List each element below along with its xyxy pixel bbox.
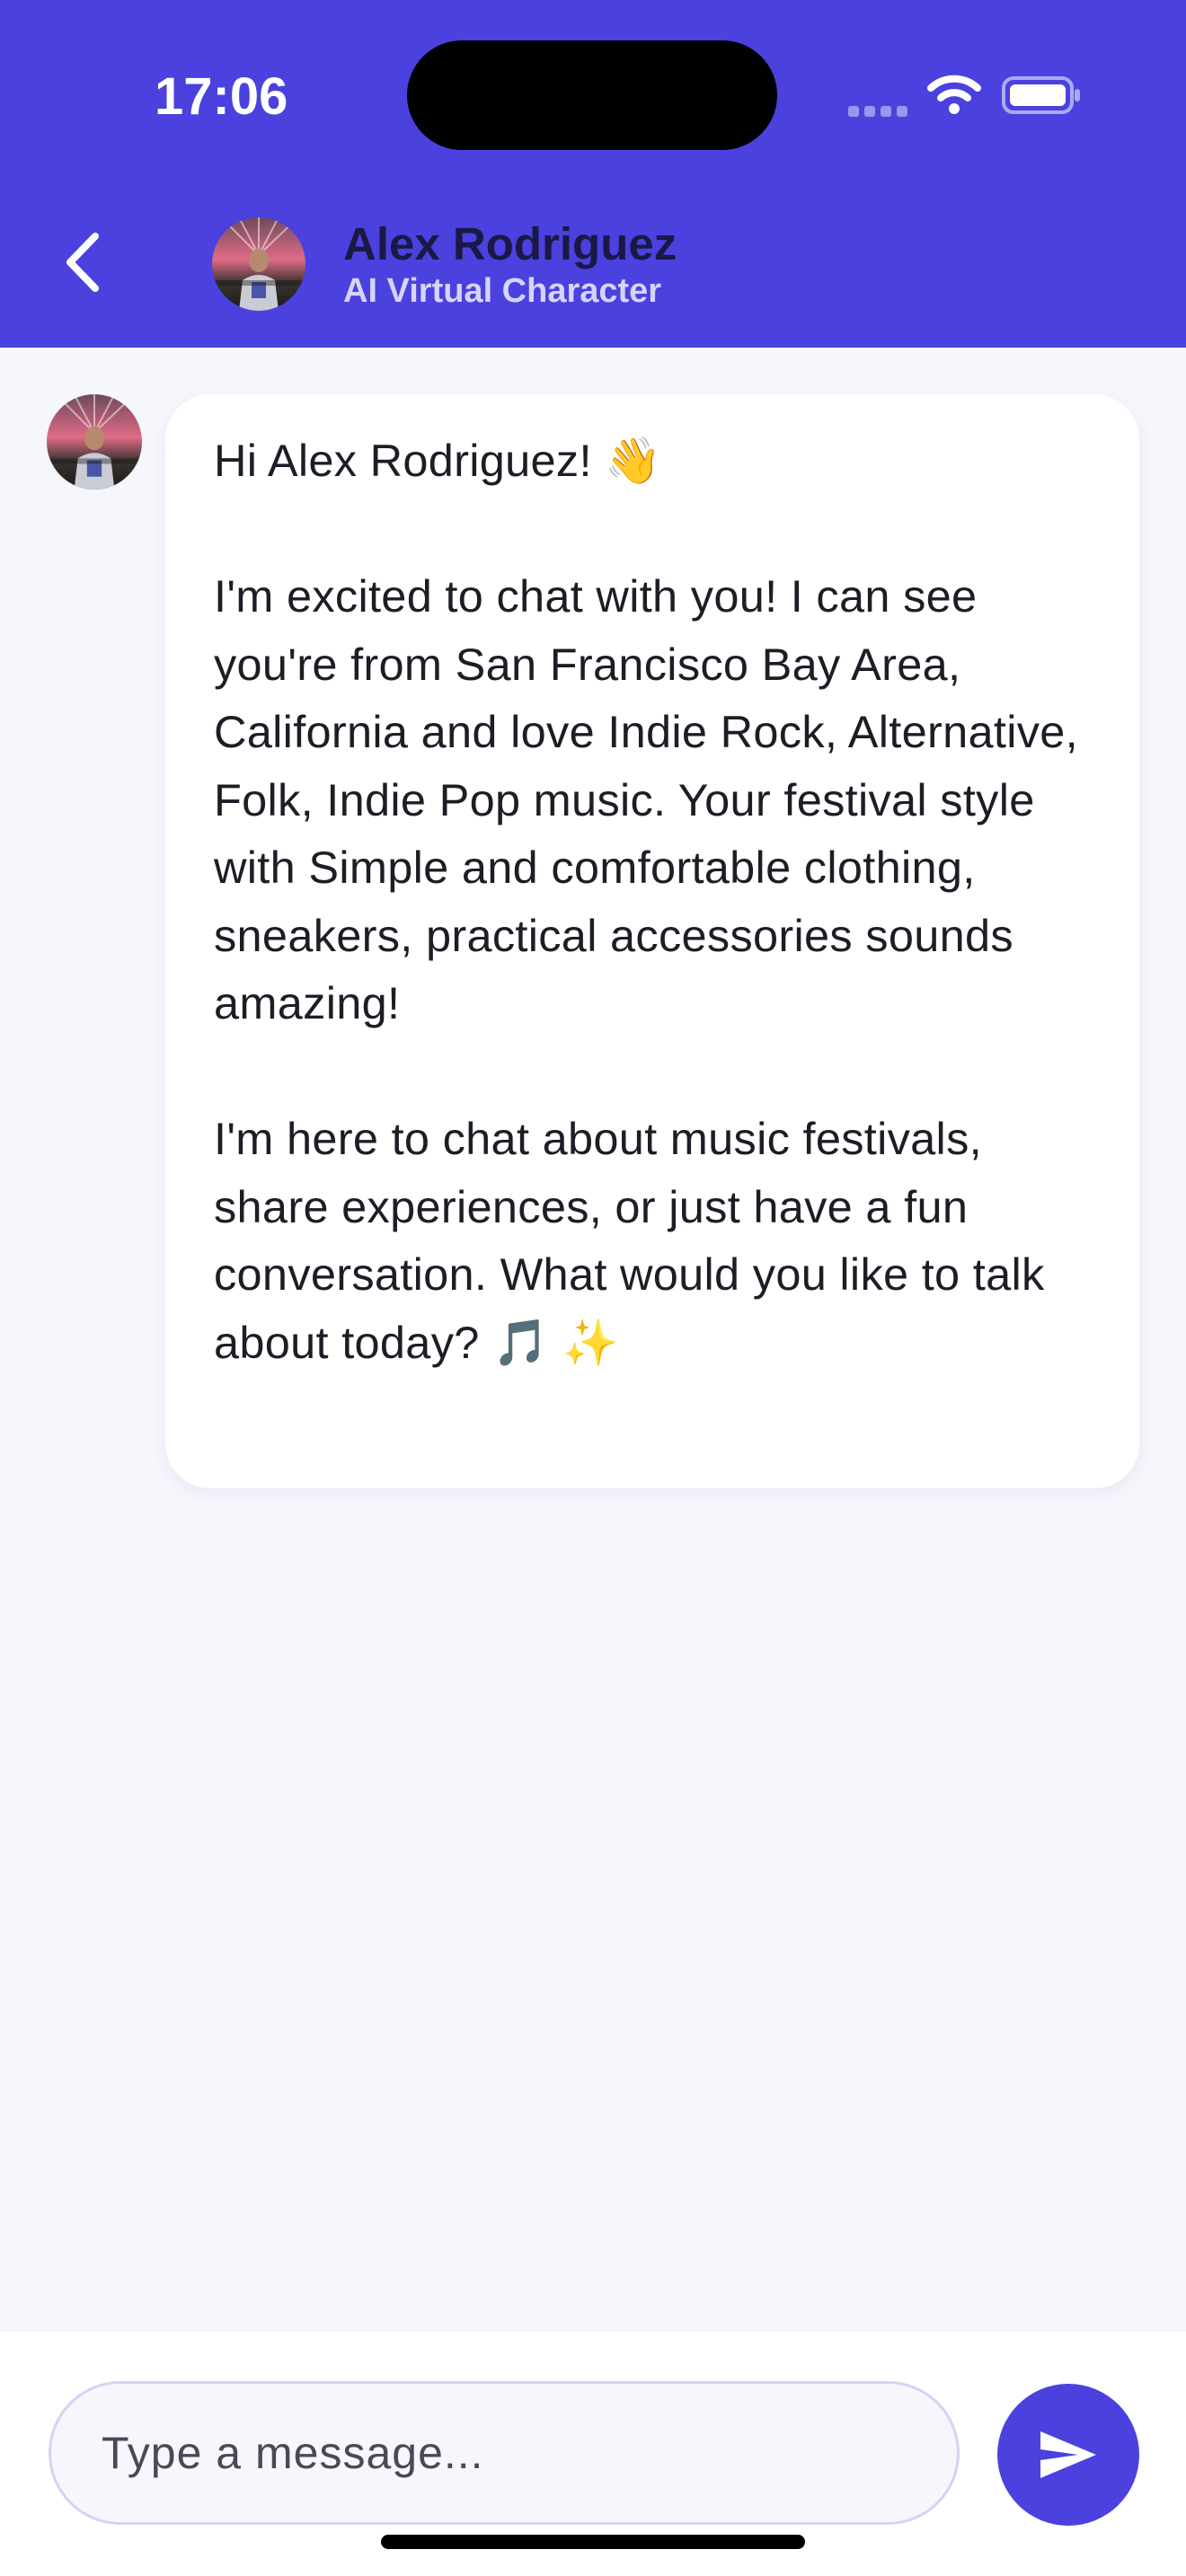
message-input[interactable]: [49, 2381, 960, 2525]
chat-header: 17:06 Alex Rodriguez AI Virtual Characte…: [0, 0, 1186, 348]
send-icon: [1040, 2431, 1096, 2478]
character-name: Alex Rodriguez: [343, 218, 677, 269]
battery-icon: [1002, 76, 1080, 114]
wifi-icon: [927, 75, 981, 114]
message-avatar: [47, 394, 142, 490]
message-bubble: Hi Alex Rodriguez! 👋 I'm excited to chat…: [165, 394, 1139, 1488]
home-indicator: [381, 2535, 805, 2549]
avatar-photo: [212, 217, 305, 311]
dynamic-island: [407, 40, 777, 150]
character-subtitle: AI Virtual Character: [343, 272, 662, 310]
send-button[interactable]: [997, 2384, 1139, 2526]
status-bar-time: 17:06: [155, 67, 288, 126]
message-text: Hi Alex Rodriguez! 👋 I'm excited to chat…: [214, 435, 1078, 1368]
character-avatar[interactable]: [212, 217, 305, 311]
avatar-photo: [47, 394, 142, 490]
back-button[interactable]: [54, 225, 111, 300]
cellular-signal-icon: [848, 97, 907, 117]
chevron-left-icon: [66, 233, 99, 292]
